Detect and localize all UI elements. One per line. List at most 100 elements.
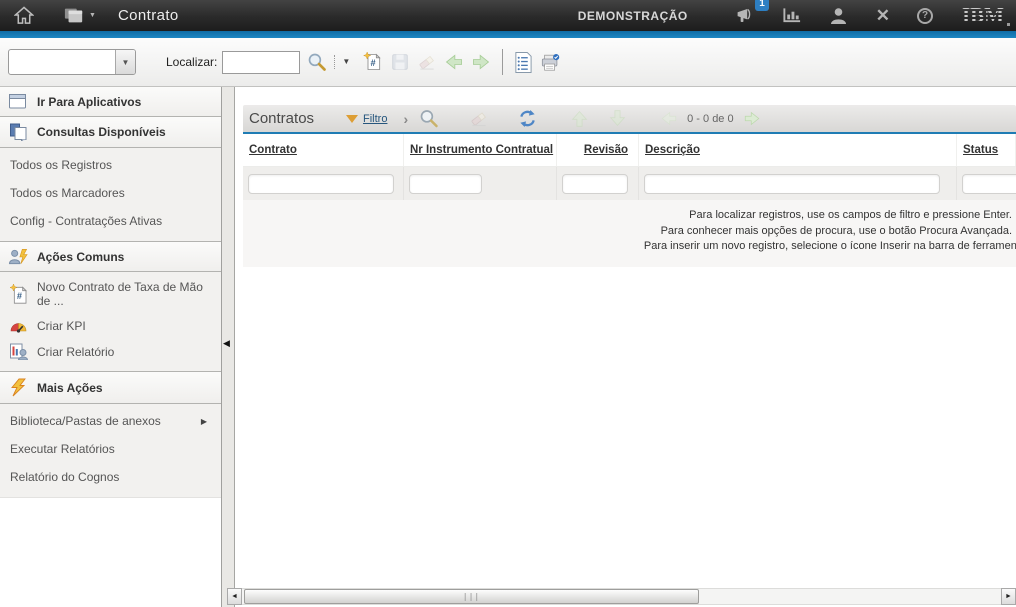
column-header-status: Status [957, 134, 1016, 166]
sidebar-item-criar-kpi[interactable]: Criar KPI [0, 313, 221, 338]
horizontal-scrollbar[interactable]: ◄ ||| ► [227, 588, 1016, 605]
main-panel: Contratos Filtro › [235, 87, 1016, 607]
table-header-row: Contrato Nr Instrumento Contratual Revis… [243, 134, 1016, 167]
scrollbar-grip: ||| [463, 592, 480, 601]
scrollbar-thumb[interactable]: ||| [244, 589, 699, 604]
chevron-right-icon: › [403, 111, 408, 127]
topbar: ▼ Contrato DEMONSTRAÇÃO 1 ✕ ? IBM [0, 0, 1016, 31]
help-line: Para inserir um novo registro, selecione… [243, 239, 1016, 255]
user-icon [829, 7, 849, 24]
record-range: 0 - 0 de 0 [687, 113, 733, 125]
filter-input-contrato[interactable] [248, 174, 394, 194]
sidebar-item-todos-os-marcadores[interactable]: Todos os Marcadores [0, 179, 221, 207]
megaphone-icon [735, 6, 755, 25]
clear-changes-button[interactable] [416, 50, 438, 74]
localizar-label: Localizar: [166, 55, 217, 69]
create-report-icon [8, 343, 28, 360]
table-clear-button[interactable] [468, 108, 490, 129]
sort-link[interactable]: Nr Instrumento Contratual [410, 144, 553, 156]
sort-link[interactable]: Status [963, 144, 998, 156]
filter-input-status[interactable] [962, 174, 1016, 194]
applications-icon [64, 7, 84, 24]
refresh-button[interactable] [516, 108, 538, 129]
reports-chart-button[interactable] [780, 5, 804, 26]
caret-down-icon: ▼ [89, 12, 96, 19]
previous-record-button[interactable] [443, 50, 465, 74]
print-button[interactable] [539, 50, 561, 75]
accent-stripe [0, 31, 1016, 38]
search-icon [419, 108, 439, 129]
move-down-button[interactable] [606, 108, 628, 129]
scrollbar-track[interactable]: ||| [242, 588, 1001, 605]
column-header-descricao: Descrição [639, 134, 957, 166]
search-button[interactable] [306, 49, 328, 75]
ibm-logo: IBM [962, 3, 1004, 28]
help-icon: ? [917, 8, 933, 24]
printer-icon [540, 51, 560, 74]
previous-page-button[interactable] [658, 109, 680, 128]
section-label: Ações Comuns [37, 250, 124, 264]
sidebar-item-criar-relatorio[interactable]: Criar Relatório [0, 338, 221, 365]
table-search-button[interactable] [418, 107, 440, 130]
filter-input-revisao[interactable] [562, 174, 628, 194]
sidebar-item-relatorio-do-cognos[interactable]: Relatório do Cognos [0, 463, 221, 491]
query-select[interactable]: ▼ [8, 49, 136, 75]
help-line: Para conhecer mais opções de procura, us… [243, 224, 1012, 240]
next-record-button[interactable] [470, 50, 492, 74]
environment-label: DEMONSTRAÇÃO [578, 9, 688, 23]
profile-button[interactable] [827, 5, 851, 26]
sidebar-section-acoes-comuns[interactable]: Ações Comuns [0, 241, 221, 272]
search-options-caret-icon[interactable]: ▼ [334, 55, 350, 69]
home-button[interactable] [12, 4, 36, 27]
eraser-icon [417, 51, 437, 73]
next-page-button[interactable] [741, 109, 763, 128]
queries-list: Todos os Registros Todos os Marcadores C… [0, 148, 221, 241]
scroll-right-button[interactable]: ► [1001, 588, 1016, 605]
topbar-right: DEMONSTRAÇÃO 1 ✕ ? IBM [578, 3, 1004, 28]
scroll-left-button[interactable]: ◄ [227, 588, 242, 605]
filter-input-nr-instrumento-contratual[interactable] [409, 174, 482, 194]
new-record-button[interactable]: # [362, 49, 384, 75]
sidebar-item-executar-relatorios[interactable]: Executar Relatórios [0, 435, 221, 463]
localizar-input[interactable] [222, 51, 300, 74]
app-title: Contrato [118, 7, 179, 24]
save-button[interactable] [389, 50, 411, 74]
help-button[interactable]: ? [915, 6, 935, 26]
sidebar-section-mais-acoes[interactable]: Mais Ações [0, 371, 221, 404]
sidebar-section-consultas-disponiveis[interactable]: Consultas Disponíveis [0, 117, 221, 148]
help-line: Para localizar registros, use os campos … [243, 208, 1012, 224]
sidebar: Ir Para Aplicativos Consultas Disponívei… [0, 87, 222, 607]
sort-link[interactable]: Descrição [645, 144, 700, 156]
filter-cell [957, 167, 1016, 200]
sort-link[interactable]: Revisão [584, 144, 628, 156]
sidebar-menu: Ir Para Aplicativos Consultas Disponívei… [0, 87, 221, 498]
close-session-button[interactable]: ✕ [874, 6, 892, 26]
announcements-button[interactable]: 1 [733, 4, 757, 27]
section-label: Consultas Disponíveis [37, 125, 166, 139]
more-actions-list: Biblioteca/Pastas de anexos ▶ Executar R… [0, 404, 221, 497]
report-list-icon [513, 51, 533, 74]
caret-down-icon[interactable]: ▼ [115, 50, 135, 74]
filter-toggle-link[interactable]: Filtro [363, 113, 387, 125]
refresh-icon [517, 109, 537, 128]
sort-link[interactable]: Contrato [249, 144, 297, 156]
collapse-sidebar-icon[interactable]: ◀ [223, 338, 230, 348]
reports-button[interactable] [512, 50, 534, 75]
section-label: Ir Para Aplicativos [37, 95, 141, 109]
sidebar-item-config-contratacoes-ativas[interactable]: Config - Contratações Ativas [0, 207, 221, 235]
applications-menu-button[interactable]: ▼ [62, 5, 98, 26]
eraser-icon [469, 109, 489, 128]
move-up-button[interactable] [568, 108, 590, 129]
filter-cell [639, 167, 957, 200]
sidebar-item-biblioteca-pastas-de-anexos[interactable]: Biblioteca/Pastas de anexos ▶ [0, 407, 221, 435]
sidebar-splitter[interactable]: ◀ [222, 87, 235, 607]
filter-input-descricao[interactable] [644, 174, 940, 194]
sidebar-item-novo-contrato[interactable]: # Novo Contrato de Taxa de Mão de ... [0, 275, 221, 313]
sidebar-item-todos-os-registros[interactable]: Todos os Registros [0, 151, 221, 179]
bar-chart-icon [782, 7, 802, 24]
close-icon: ✕ [876, 8, 890, 24]
sidebar-section-ir-para-aplicativos[interactable]: Ir Para Aplicativos [0, 87, 221, 117]
save-icon [390, 51, 410, 73]
filter-collapse-icon[interactable] [346, 115, 358, 123]
table-title: Contratos [249, 110, 346, 127]
